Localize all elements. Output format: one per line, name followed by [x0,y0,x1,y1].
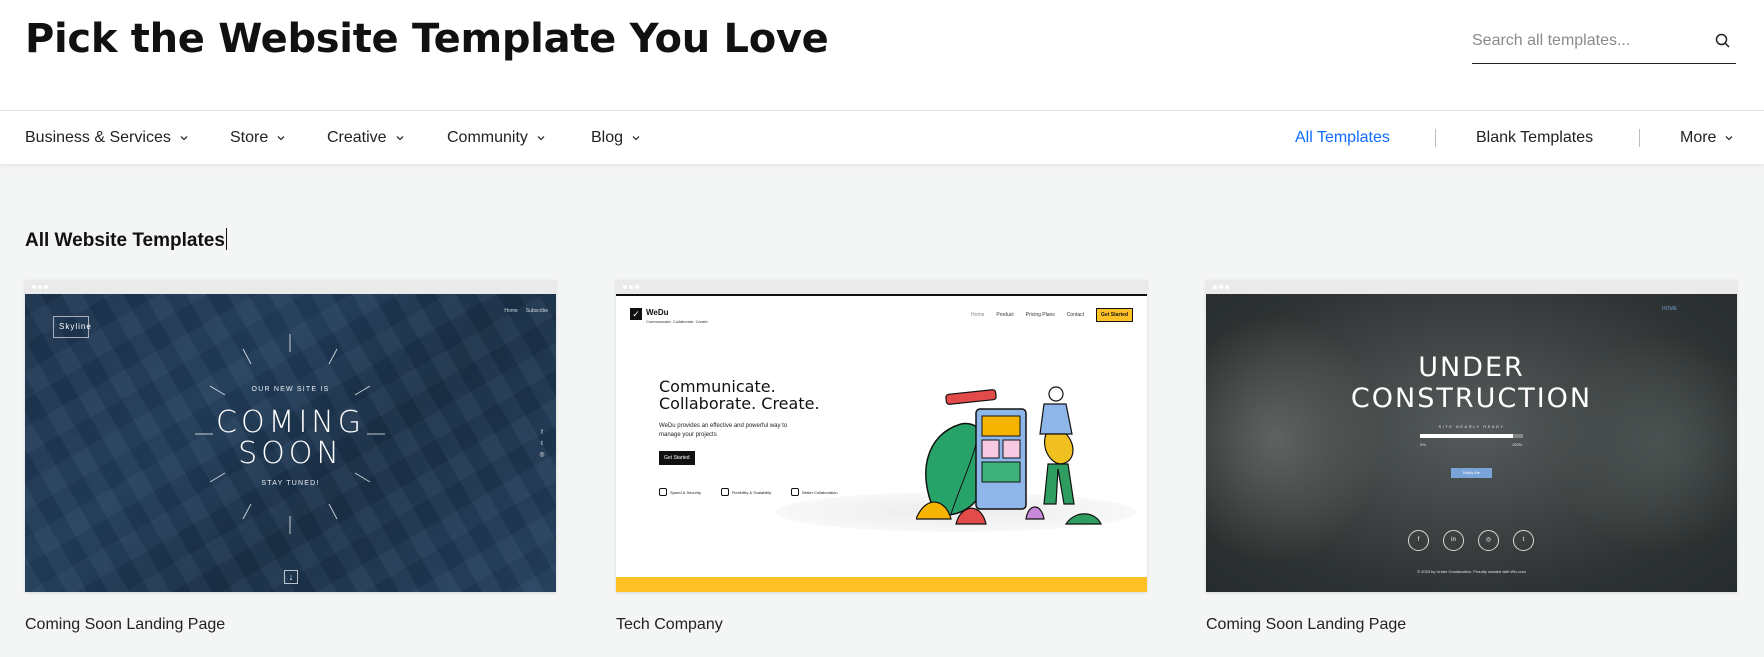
preview-accent-bar [616,577,1147,592]
people-icon [791,488,800,496]
preview-brand: ✓ WeDu Communicate. Collaborate. Create. [630,308,709,324]
preview-nav: Home Product Pricing Plans Contact Get S… [959,308,1133,322]
preview-illustration [916,386,1102,525]
template-title[interactable]: Coming Soon Landing Page [1206,616,1737,634]
checkbox-logo-icon: ✓ [630,308,642,320]
nav-label: Blog [591,129,624,146]
preview-notify-button: Notify Me [1451,468,1492,478]
preview-social-icons: f t ◎ [538,428,546,461]
template-title[interactable]: Tech Company [616,616,1147,634]
template-card[interactable]: ✓ WeDu Communicate. Collaborate. Create.… [616,280,1147,634]
nav-community[interactable]: Community [447,111,546,165]
chevron-down-icon [396,136,404,141]
nav-blog[interactable]: Blog [591,111,641,165]
preview-under-construction: HOME UNDER CONSTRUCTION SITE NEARLY READ… [1206,294,1737,592]
browser-bar [1206,280,1737,294]
lock-icon [659,488,667,496]
nav-business-services[interactable]: Business & Services [25,111,189,165]
preview-social-icons: f in ◎ t [1408,530,1548,551]
nav-label: Store [230,129,269,146]
nav-label: Creative [327,129,387,146]
template-card[interactable]: Skyline Home Subscribe OUR NEW SITE IS C… [25,280,556,634]
template-preview[interactable]: HOME UNDER CONSTRUCTION SITE NEARLY READ… [1206,280,1737,592]
preview-headline: Communicate. Collaborate. Create. [659,377,820,413]
facebook-icon: f [541,430,543,436]
preview-headline-2: SOON [238,436,343,471]
browser-bar [25,280,556,294]
chevron-down-icon [1725,136,1733,141]
linkedin-icon: in [1443,530,1464,551]
preview-tech-company: ✓ WeDu Communicate. Collaborate. Create.… [616,294,1147,592]
preview-headline-1: UNDER [1418,352,1525,383]
preview-copyright: © 2023 by Under Construction. Proudly cr… [1417,569,1526,574]
preview-headline-2: CONSTRUCTION [1350,383,1593,414]
page-header: Pick the Website Template You Love [0,0,1764,110]
preview-description: WeDu provides an effective and powerful … [659,423,788,438]
twitter-icon: t [1513,530,1534,551]
nav-more[interactable]: More [1680,111,1734,165]
template-preview[interactable]: Skyline Home Subscribe OUR NEW SITE IS C… [25,280,556,592]
preview-headline-1: COMING [216,405,365,440]
preview-progress-bar [1420,434,1523,438]
nav-label: Community [447,129,528,146]
nav-divider [1639,129,1640,147]
nav-divider [1435,129,1436,147]
chevron-down-icon [180,136,188,141]
chevron-down-icon [537,136,545,141]
nav-blank-templates[interactable]: Blank Templates [1476,111,1593,165]
search-input[interactable] [1472,32,1702,50]
instagram-icon: ◎ [1478,530,1499,551]
nav-creative[interactable]: Creative [327,111,405,165]
template-preview[interactable]: ✓ WeDu Communicate. Collaborate. Create.… [616,280,1147,592]
nav-store[interactable]: Store [230,111,286,165]
instagram-icon: ◎ [539,452,545,458]
preview-kicker: OUR NEW SITE IS [251,386,330,393]
search-box[interactable] [1472,22,1736,64]
nav-label: Business & Services [25,129,171,146]
preview-footer-text: STAY TUNED! [261,480,320,487]
nav-all-templates[interactable]: All Templates [1295,111,1390,165]
nav-label: All Templates [1295,129,1390,146]
page-title: Pick the Website Template You Love [25,16,829,62]
section-title: All Website Templates [25,228,227,252]
browser-bar [616,280,1147,294]
preview-cta: Get Started [659,451,695,465]
twitter-icon: t [541,441,543,447]
search-icon[interactable] [1714,32,1732,50]
preview-coming-soon-skyline: Skyline Home Subscribe OUR NEW SITE IS C… [25,294,556,592]
chevron-down-icon [277,136,285,141]
template-card[interactable]: HOME UNDER CONSTRUCTION SITE NEARLY READ… [1206,280,1737,634]
text-caret [225,228,227,250]
preview-subtitle: SITE NEARLY READY [1438,424,1505,429]
preview-nav: HOME [1662,306,1677,312]
template-title[interactable]: Coming Soon Landing Page [25,616,556,634]
category-nav: Business & Services Store Creative Commu… [0,110,1764,164]
nav-label: More [1680,129,1717,146]
nav-label: Blank Templates [1476,129,1594,146]
section-title-text: All Website Templates [25,230,225,251]
preview-features: Speed & Security Flexibility & Scalabili… [659,488,858,496]
chevron-down-icon [632,136,640,141]
arrow-down-icon: ↓ [284,570,298,584]
expand-icon [720,488,729,496]
facebook-icon: f [1408,530,1429,551]
